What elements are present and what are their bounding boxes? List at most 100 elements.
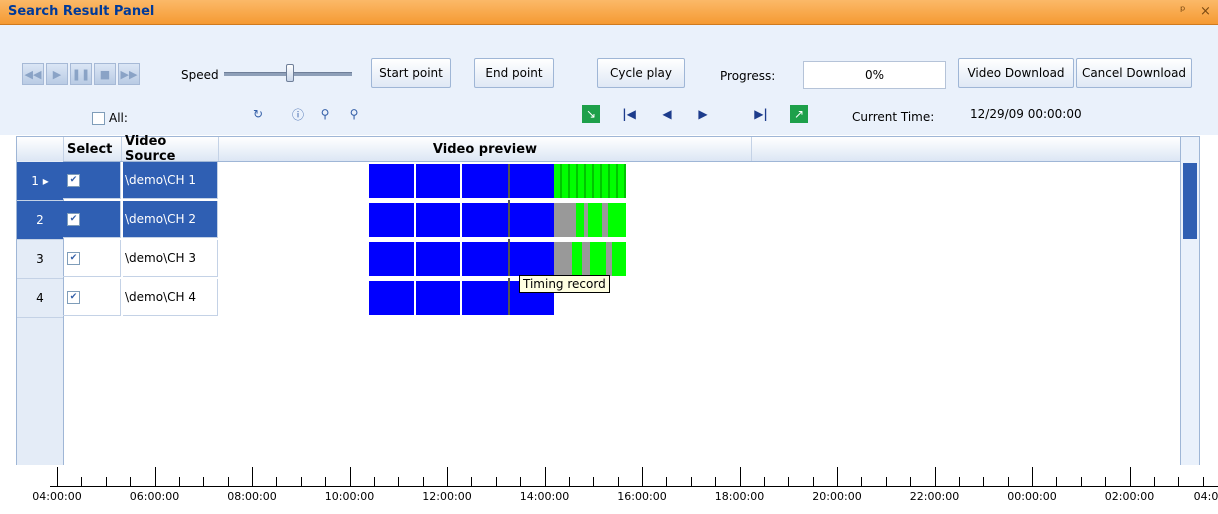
rewind-icon[interactable]: ◀◀: [22, 63, 44, 85]
current-time-value: 12/29/09 00:00:00: [970, 107, 1082, 121]
row-separator: [369, 237, 626, 239]
ruler-minor-tick: [1105, 477, 1107, 487]
pause-icon[interactable]: ❚❚: [70, 63, 92, 85]
record-bar-ch1-motion[interactable]: [554, 164, 626, 198]
video-download-button[interactable]: Video Download: [958, 58, 1074, 88]
ruler-minor-tick: [373, 477, 375, 487]
ruler-minor-tick: [227, 477, 229, 487]
ruler-minor-tick: [1153, 477, 1155, 487]
row-checkbox[interactable]: ✔: [67, 290, 80, 304]
header-video-preview[interactable]: Video preview: [219, 137, 752, 161]
select-cell[interactable]: ✔: [63, 279, 121, 316]
last-frame-icon[interactable]: ▶|: [752, 105, 770, 123]
toolbar: ◀◀ ▶ ❚❚ ■ ▶▶ Speed Start point End point…: [0, 25, 1218, 135]
preview-gridline: [414, 164, 416, 315]
ruler-major-tick: [252, 467, 253, 487]
ruler-major-tick: [1129, 467, 1131, 487]
next-frame-icon[interactable]: ▶: [694, 105, 712, 123]
ruler-minor-tick: [910, 477, 912, 487]
cycle-play-button[interactable]: Cycle play: [597, 58, 685, 88]
info-icon[interactable]: ⓘ: [289, 105, 307, 123]
pin-icon[interactable]: ᵖ: [1180, 4, 1186, 19]
ruler-minor-tick: [276, 477, 278, 487]
select-cell[interactable]: ✔: [63, 240, 121, 277]
select-cell[interactable]: ✔: [63, 201, 121, 238]
ruler-minor-tick: [471, 477, 473, 487]
panel-title: Search Result Panel: [8, 4, 155, 19]
row-number[interactable]: 4: [17, 279, 63, 318]
ruler-major-tick: [1032, 467, 1033, 487]
header-corner: [17, 137, 64, 161]
ruler-minor-tick: [715, 477, 717, 487]
row-number[interactable]: 1 ▸: [17, 162, 63, 201]
ruler-label: 08:00:00: [227, 490, 277, 503]
timing-record-tooltip: Timing record: [519, 275, 610, 293]
previous-frame-icon[interactable]: ◀: [658, 105, 676, 123]
ruler-label: 12:00:00: [422, 490, 472, 503]
speed-slider-thumb[interactable]: [286, 64, 294, 82]
ruler-label: 16:00:00: [617, 490, 667, 503]
fast-forward-icon[interactable]: ▶▶: [118, 63, 140, 85]
video-source-cell[interactable]: \demo\CH 4: [123, 279, 218, 316]
first-frame-icon[interactable]: |◀: [620, 105, 638, 123]
record-bar-ch3-motion[interactable]: [554, 242, 626, 276]
refresh-icon[interactable]: ↻: [249, 105, 267, 123]
mark-end-icon[interactable]: ↗: [790, 105, 808, 123]
time-ruler[interactable]: 04:00:00 06:00:00 08:00:00 10:00:00 12:00:00…: [0, 465, 1218, 514]
ruler-major-tick: [837, 467, 838, 487]
ruler-label: 04:00:00: [32, 490, 82, 503]
ruler-label: 18:00:00: [714, 490, 765, 503]
row-checkbox[interactable]: ✔: [67, 251, 80, 265]
ruler-minor-tick: [203, 477, 205, 487]
close-icon[interactable]: ×: [1200, 4, 1211, 19]
vertical-scrollbar[interactable]: [1180, 137, 1199, 465]
ruler-label: 04:0: [1193, 490, 1218, 503]
row-number[interactable]: 2: [17, 201, 63, 240]
ruler-label: 22:00:00: [909, 490, 960, 503]
select-cell[interactable]: ✔: [63, 162, 121, 199]
ruler-label: 06:00:00: [129, 490, 180, 503]
ruler-label: 10:00:00: [324, 490, 375, 503]
header-video-source[interactable]: Video Source: [125, 134, 219, 164]
row-separator: [369, 198, 626, 200]
ruler-minor-tick: [1007, 477, 1009, 487]
title-bar: Search Result Panel ᵖ ×: [0, 0, 1218, 25]
grid-header: Select Video Source Video preview: [17, 134, 1199, 164]
ruler-minor-tick: [130, 477, 132, 487]
header-select[interactable]: Select: [67, 137, 122, 161]
ruler-minor-tick: [568, 477, 570, 487]
row-checkbox[interactable]: ✔: [67, 212, 80, 226]
row-number[interactable]: 3: [17, 240, 63, 279]
all-checkbox[interactable]: [92, 111, 105, 125]
video-source-cell[interactable]: \demo\CH 2: [123, 201, 218, 238]
end-point-button[interactable]: End point: [474, 58, 554, 88]
zoom-out-icon[interactable]: ⚲: [345, 105, 363, 123]
playback-cursor[interactable]: [508, 164, 510, 315]
stop-icon[interactable]: ■: [94, 63, 116, 85]
ruler-label: 20:00:00: [812, 490, 862, 503]
zoom-in-icon[interactable]: ⚲: [316, 105, 334, 123]
play-icon[interactable]: ▶: [46, 63, 68, 85]
record-bar-ch2-motion[interactable]: [554, 203, 626, 237]
ruler-major-tick: [57, 467, 58, 487]
preview-gridline: [460, 164, 462, 315]
video-source-cell[interactable]: \demo\CH 1: [123, 162, 218, 199]
video-source-cell[interactable]: \demo\CH 3: [123, 240, 218, 277]
ruler-minor-tick: [105, 477, 107, 487]
row-checkbox[interactable]: ✔: [67, 173, 80, 187]
search-result-grid: Select Video Source Video preview 1 ▸ ✔ …: [16, 134, 1200, 466]
ruler-label: 02:00:00: [1104, 490, 1155, 503]
ruler-major-tick: [447, 467, 448, 487]
mark-start-icon[interactable]: ↘: [582, 105, 600, 123]
cancel-download-button[interactable]: Cancel Download: [1076, 58, 1192, 88]
ruler-minor-tick: [520, 477, 522, 487]
ruler-minor-tick: [178, 477, 180, 487]
ruler-minor-tick: [325, 477, 327, 487]
ruler-minor-tick: [666, 477, 668, 487]
all-checkbox-group[interactable]: All:: [92, 111, 128, 125]
ruler-minor-tick: [1202, 477, 1204, 487]
start-point-button[interactable]: Start point: [371, 58, 451, 88]
scrollbar-thumb[interactable]: [1183, 163, 1197, 239]
ruler-minor-tick: [861, 477, 863, 487]
ruler-minor-tick: [617, 477, 619, 487]
